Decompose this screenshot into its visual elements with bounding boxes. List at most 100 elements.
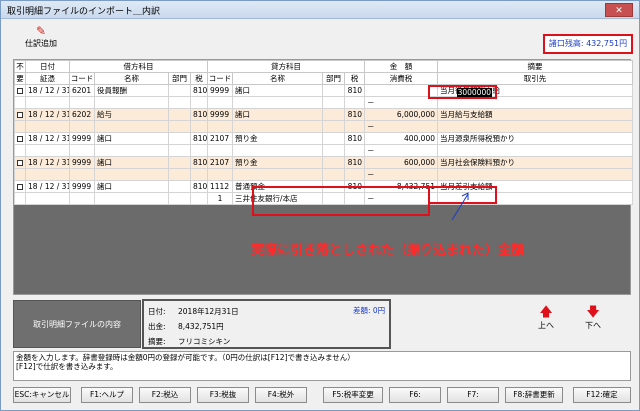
checkbox-icon[interactable] <box>17 88 23 94</box>
debit-tax-cell[interactable]: 810 <box>190 156 208 169</box>
partner-cell[interactable] <box>437 168 633 181</box>
tax-sub-cell[interactable]: － <box>364 96 438 109</box>
credit-sub-code-cell[interactable]: 1 <box>207 192 233 205</box>
f6-button[interactable]: F6: <box>389 387 441 403</box>
credit-dept-cell[interactable] <box>322 132 345 145</box>
amount-cell[interactable]: 6,000,000 <box>364 108 438 121</box>
debit-sub-code-cell[interactable] <box>69 96 95 109</box>
f3-tax-excluded-button[interactable]: F3:税抜 <box>197 387 249 403</box>
credit-dept-cell[interactable] <box>322 156 345 169</box>
memo-cell[interactable]: 当月源泉所得税預かり <box>437 132 633 145</box>
f4-tax-exempt-button[interactable]: F4:税外 <box>255 387 307 403</box>
credit-sub-code-cell[interactable] <box>207 96 233 109</box>
table-subrow[interactable]: － <box>14 96 633 109</box>
checkbox-icon[interactable] <box>17 136 23 142</box>
credit-sub-name-cell[interactable] <box>232 144 323 157</box>
debit-code-cell[interactable]: 9999 <box>69 132 95 145</box>
f8-dictionary-button[interactable]: F8:辞書更新 <box>505 387 563 403</box>
credit-tax-cell[interactable]: 810 <box>344 132 365 145</box>
tax-sub-cell[interactable]: － <box>364 120 438 133</box>
f5-tax-rate-button[interactable]: F5:税率変更 <box>323 387 383 403</box>
credit-name-cell[interactable]: 預り金 <box>232 132 323 145</box>
debit-tax-cell[interactable]: 810 <box>190 108 208 121</box>
amount-cell[interactable]: 400,000 <box>364 132 438 145</box>
debit-code-cell[interactable]: 9999 <box>69 156 95 169</box>
debit-code-cell[interactable]: 6201 <box>69 84 95 97</box>
partner-cell[interactable] <box>437 144 633 157</box>
f1-help-button[interactable]: F1:ヘルプ <box>81 387 133 403</box>
credit-sub-code-cell[interactable] <box>207 144 233 157</box>
debit-sub-name-cell[interactable] <box>94 192 169 205</box>
table-subrow[interactable]: － <box>14 120 633 133</box>
debit-code-cell[interactable]: 9999 <box>69 180 95 193</box>
debit-sub-name-cell[interactable] <box>94 120 169 133</box>
amount-input[interactable]: 3000000 <box>456 88 492 97</box>
credit-tax-cell[interactable]: 810 <box>344 84 365 97</box>
unneeded-checkbox-cell[interactable] <box>14 108 26 121</box>
debit-name-cell[interactable]: 役員報酬 <box>94 84 169 97</box>
debit-sub-code-cell[interactable] <box>69 144 95 157</box>
unneeded-checkbox-cell[interactable] <box>14 180 26 193</box>
debit-sub-code-cell[interactable] <box>69 120 95 133</box>
debit-code-cell[interactable]: 6202 <box>69 108 95 121</box>
debit-tax-cell[interactable]: 810 <box>190 132 208 145</box>
debit-dept-cell[interactable] <box>168 132 191 145</box>
debit-sub-code-cell[interactable] <box>69 168 95 181</box>
checkbox-icon[interactable] <box>17 160 23 166</box>
debit-dept-cell[interactable] <box>168 156 191 169</box>
credit-tax-cell[interactable]: 810 <box>344 156 365 169</box>
credit-sub-name-cell[interactable] <box>232 96 323 109</box>
partner-cell[interactable] <box>437 120 633 133</box>
credit-name-cell[interactable]: 諸口 <box>232 108 323 121</box>
debit-name-cell[interactable]: 諸口 <box>94 156 169 169</box>
debit-sub-name-cell[interactable] <box>94 96 169 109</box>
f12-confirm-button[interactable]: F12:確定 <box>573 387 631 403</box>
credit-code-cell[interactable]: 2107 <box>207 132 233 145</box>
credit-dept-cell[interactable] <box>322 84 345 97</box>
date-cell[interactable]: 18 / 12 / 31 <box>25 132 70 145</box>
f2-tax-included-button[interactable]: F2:税込 <box>139 387 191 403</box>
credit-sub-name-cell[interactable] <box>232 120 323 133</box>
table-subrow[interactable]: － <box>14 144 633 157</box>
credit-sub-code-cell[interactable] <box>207 168 233 181</box>
debit-sub-name-cell[interactable] <box>94 144 169 157</box>
credit-code-cell[interactable]: 9999 <box>207 84 233 97</box>
debit-tax-cell[interactable]: 810 <box>190 84 208 97</box>
down-button[interactable]: 🡇 下へ <box>581 306 605 331</box>
memo-cell[interactable]: 当月給与支給額 <box>437 108 633 121</box>
checkbox-icon[interactable] <box>17 184 23 190</box>
debit-dept-cell[interactable] <box>168 84 191 97</box>
up-button[interactable]: 🡅 上へ <box>534 306 558 331</box>
unneeded-checkbox-cell[interactable] <box>14 84 26 97</box>
file-content-button[interactable]: 取引明細ファイルの内容 <box>13 300 141 348</box>
amount-cell[interactable]: 600,000 <box>364 156 438 169</box>
date-cell[interactable]: 18 / 12 / 31 <box>25 84 70 97</box>
credit-sub-code-cell[interactable] <box>207 120 233 133</box>
debit-dept-cell[interactable] <box>168 108 191 121</box>
credit-sub-name-cell[interactable] <box>232 168 323 181</box>
debit-name-cell[interactable]: 諸口 <box>94 180 169 193</box>
table-subrow[interactable]: － <box>14 168 633 181</box>
debit-tax-cell[interactable]: 810 <box>190 180 208 193</box>
debit-name-cell[interactable]: 諸口 <box>94 132 169 145</box>
table-row[interactable]: 18 / 12 / 31 6201 役員報酬 810 9999 諸口 810 当… <box>14 84 633 97</box>
add-entry-button[interactable]: ✎ 仕訳追加 <box>19 24 63 52</box>
unneeded-checkbox-cell[interactable] <box>14 132 26 145</box>
checkbox-icon[interactable] <box>17 112 23 118</box>
f7-button[interactable]: F7: <box>447 387 499 403</box>
debit-sub-code-cell[interactable] <box>69 192 95 205</box>
table-row[interactable]: 18 / 12 / 31 9999 諸口 810 2107 預り金 810 60… <box>14 156 633 169</box>
credit-code-cell[interactable]: 9999 <box>207 108 233 121</box>
credit-code-cell[interactable]: 1112 <box>207 180 233 193</box>
date-cell[interactable]: 18 / 12 / 31 <box>25 156 70 169</box>
table-row[interactable]: 18 / 12 / 31 6202 給与 810 9999 諸口 810 6,0… <box>14 108 633 121</box>
tax-sub-cell[interactable]: － <box>364 144 438 157</box>
date-cell[interactable]: 18 / 12 / 31 <box>25 180 70 193</box>
date-cell[interactable]: 18 / 12 / 31 <box>25 108 70 121</box>
credit-tax-cell[interactable]: 810 <box>344 108 365 121</box>
credit-code-cell[interactable]: 2107 <box>207 156 233 169</box>
esc-cancel-button[interactable]: ESC:キャンセル <box>13 387 71 403</box>
close-button[interactable]: ✕ <box>605 3 633 17</box>
unneeded-checkbox-cell[interactable] <box>14 156 26 169</box>
table-row[interactable]: 18 / 12 / 31 9999 諸口 810 2107 預り金 810 40… <box>14 132 633 145</box>
